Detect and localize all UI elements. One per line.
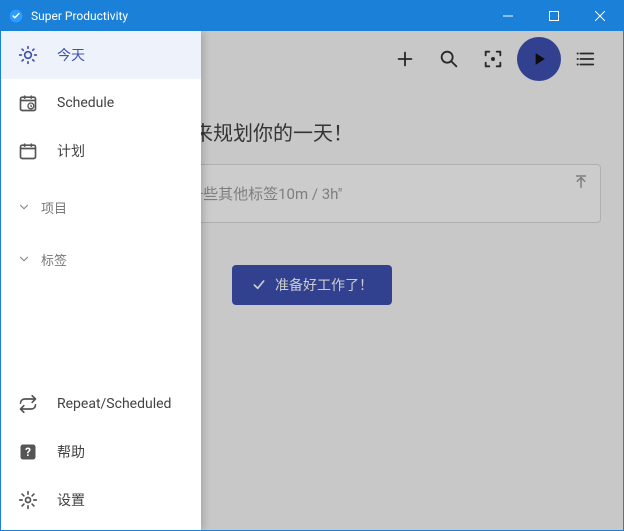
app-body: 添加一些任务来规划你的一天！ ctName # 一些标签 # 一些其他标签10m…	[1, 31, 623, 530]
minimize-button[interactable]	[485, 1, 531, 31]
sidebar-item-label: Schedule	[57, 95, 114, 111]
sidebar-item-plan[interactable]: 计划	[1, 127, 201, 175]
window-controls	[485, 1, 623, 31]
close-button[interactable]	[577, 1, 623, 31]
window-title: Super Productivity	[31, 9, 485, 23]
calendar-icon	[17, 141, 39, 161]
sun-icon	[17, 45, 39, 65]
sidebar-item-label: Repeat/Scheduled	[57, 396, 171, 412]
titlebar: Super Productivity	[1, 1, 623, 31]
repeat-icon	[17, 394, 39, 414]
sidebar-item-help[interactable]: ? 帮助	[1, 428, 201, 476]
app-icon	[9, 9, 23, 23]
sidebar-top: 今天 Schedule 计划	[1, 31, 201, 380]
calendar-clock-icon	[17, 93, 39, 113]
sidebar-item-settings[interactable]: 设置	[1, 476, 201, 524]
sidebar-item-label: 帮助	[57, 442, 85, 462]
svg-text:?: ?	[25, 445, 31, 459]
sidebar-section-label: 标签	[41, 250, 67, 269]
chevron-down-icon	[17, 252, 31, 266]
help-icon: ?	[17, 442, 39, 462]
chevron-down-icon	[17, 200, 31, 214]
sidebar-item-schedule[interactable]: Schedule	[1, 79, 201, 127]
gear-icon	[17, 490, 39, 510]
sidebar-bottom: Repeat/Scheduled ? 帮助 设置	[1, 380, 201, 530]
sidebar-section-label: 项目	[41, 198, 67, 217]
sidebar-section-projects[interactable]: 项目	[1, 187, 201, 227]
app-window: Super Productivity	[0, 0, 624, 531]
sidebar-section-tags[interactable]: 标签	[1, 239, 201, 279]
sidebar-item-label: 计划	[57, 141, 85, 161]
sidebar-item-repeat[interactable]: Repeat/Scheduled	[1, 380, 201, 428]
sidebar-item-label: 设置	[57, 490, 85, 510]
sidebar: 今天 Schedule 计划	[1, 31, 201, 530]
maximize-button[interactable]	[531, 1, 577, 31]
sidebar-item-today[interactable]: 今天	[1, 31, 201, 79]
sidebar-item-label: 今天	[57, 45, 85, 65]
